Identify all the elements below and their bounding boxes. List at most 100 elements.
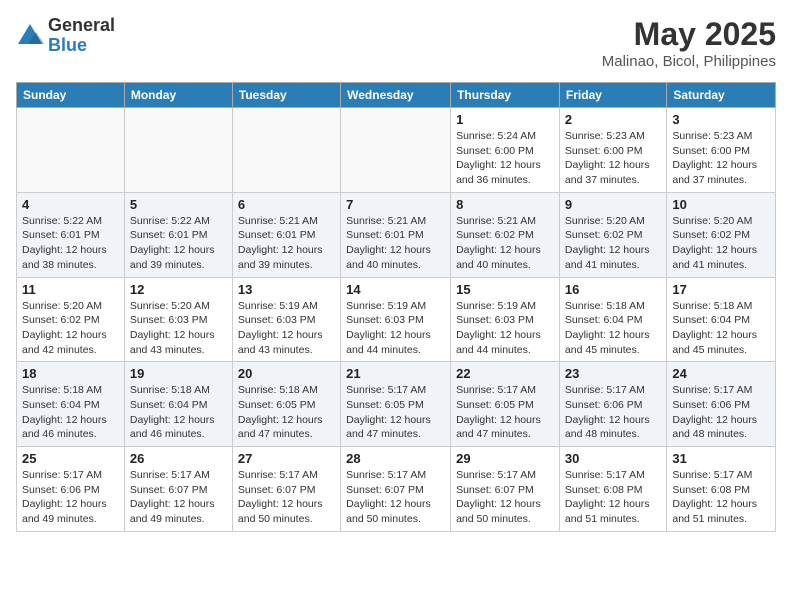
day-info: Sunrise: 5:24 AM Sunset: 6:00 PM Dayligh… [456, 129, 554, 188]
day-number: 3 [672, 112, 770, 127]
day-number: 12 [130, 282, 227, 297]
calendar-cell: 21 Sunrise: 5:17 AM Sunset: 6:05 PM Dayli… [341, 362, 451, 447]
day-info: Sunrise: 5:17 AM Sunset: 6:06 PM Dayligh… [22, 468, 119, 527]
day-info: Sunrise: 5:17 AM Sunset: 6:07 PM Dayligh… [346, 468, 445, 527]
calendar-cell: 10Sunrise: 5:20 AM Sunset: 6:02 PM Dayli… [667, 192, 776, 277]
day-number: 1 [456, 112, 554, 127]
calendar-cell: 26 Sunrise: 5:17 AM Sunset: 6:07 PM Dayli… [124, 447, 232, 532]
day-info: Sunrise: 5:17 AM Sunset: 6:05 PM Dayligh… [346, 383, 445, 442]
calendar-cell: 24Sunrise: 5:17 AM Sunset: 6:06 PM Dayli… [667, 362, 776, 447]
calendar-cell: 17 Sunrise: 5:18 AM Sunset: 6:04 PM Dayli… [667, 277, 776, 362]
week-row-1: 1 Sunrise: 5:24 AM Sunset: 6:00 PM Daylig… [17, 108, 776, 193]
calendar-cell: 1 Sunrise: 5:24 AM Sunset: 6:00 PM Daylig… [451, 108, 560, 193]
calendar-cell: 27Sunrise: 5:17 AM Sunset: 6:07 PM Dayli… [232, 447, 340, 532]
day-info: Sunrise: 5:19 AM Sunset: 6:03 PM Dayligh… [346, 299, 445, 358]
calendar-table: SundayMondayTuesdayWednesdayThursdayFrid… [16, 82, 776, 532]
day-info: Sunrise: 5:22 AM Sunset: 6:01 PM Dayligh… [22, 214, 119, 273]
day-number: 31 [672, 451, 770, 466]
calendar-cell: 7Sunrise: 5:21 AM Sunset: 6:01 PM Daylig… [341, 192, 451, 277]
day-number: 23 [565, 366, 661, 381]
weekday-header-wednesday: Wednesday [341, 83, 451, 108]
calendar-cell: 12 Sunrise: 5:20 AM Sunset: 6:03 PM Dayli… [124, 277, 232, 362]
logo-blue-label: Blue [48, 36, 115, 56]
weekday-header-friday: Friday [559, 83, 666, 108]
weekday-header-thursday: Thursday [451, 83, 560, 108]
day-number: 29 [456, 451, 554, 466]
day-number: 8 [456, 197, 554, 212]
calendar-cell: 8 Sunrise: 5:21 AM Sunset: 6:02 PM Daylig… [451, 192, 560, 277]
day-number: 18 [22, 366, 119, 381]
month-year-title: May 2025 [602, 16, 776, 53]
day-number: 26 [130, 451, 227, 466]
weekday-header-row: SundayMondayTuesdayWednesdayThursdayFrid… [17, 83, 776, 108]
calendar-cell: 6 Sunrise: 5:21 AM Sunset: 6:01 PM Daylig… [232, 192, 340, 277]
day-info: Sunrise: 5:17 AM Sunset: 6:07 PM Dayligh… [130, 468, 227, 527]
day-info: Sunrise: 5:18 AM Sunset: 6:05 PM Dayligh… [238, 383, 335, 442]
day-number: 7 [346, 197, 445, 212]
week-row-5: 25 Sunrise: 5:17 AM Sunset: 6:06 PM Dayli… [17, 447, 776, 532]
day-info: Sunrise: 5:17 AM Sunset: 6:08 PM Dayligh… [672, 468, 770, 527]
day-info: Sunrise: 5:17 AM Sunset: 6:07 PM Dayligh… [456, 468, 554, 527]
day-info: Sunrise: 5:20 AM Sunset: 6:03 PM Dayligh… [130, 299, 227, 358]
location-subtitle: Malinao, Bicol, Philippines [602, 53, 776, 70]
weekday-header-saturday: Saturday [667, 83, 776, 108]
calendar-cell: 13Sunrise: 5:19 AM Sunset: 6:03 PM Dayli… [232, 277, 340, 362]
day-info: Sunrise: 5:18 AM Sunset: 6:04 PM Dayligh… [565, 299, 661, 358]
day-info: Sunrise: 5:19 AM Sunset: 6:03 PM Dayligh… [238, 299, 335, 358]
day-number: 21 [346, 366, 445, 381]
day-number: 5 [130, 197, 227, 212]
calendar-cell: 3 Sunrise: 5:23 AM Sunset: 6:00 PM Daylig… [667, 108, 776, 193]
day-number: 27 [238, 451, 335, 466]
day-number: 19 [130, 366, 227, 381]
day-number: 10 [672, 197, 770, 212]
day-number: 14 [346, 282, 445, 297]
calendar-cell: 19Sunrise: 5:18 AM Sunset: 6:04 PM Dayli… [124, 362, 232, 447]
day-info: Sunrise: 5:17 AM Sunset: 6:06 PM Dayligh… [565, 383, 661, 442]
calendar-cell: 11Sunrise: 5:20 AM Sunset: 6:02 PM Dayli… [17, 277, 125, 362]
calendar-cell: 9 Sunrise: 5:20 AM Sunset: 6:02 PM Daylig… [559, 192, 666, 277]
day-info: Sunrise: 5:23 AM Sunset: 6:00 PM Dayligh… [565, 129, 661, 188]
logo: General Blue [16, 16, 115, 56]
weekday-header-sunday: Sunday [17, 83, 125, 108]
day-number: 6 [238, 197, 335, 212]
calendar-cell: 22 Sunrise: 5:17 AM Sunset: 6:05 PM Dayli… [451, 362, 560, 447]
day-number: 30 [565, 451, 661, 466]
calendar-cell: 25 Sunrise: 5:17 AM Sunset: 6:06 PM Dayli… [17, 447, 125, 532]
day-number: 17 [672, 282, 770, 297]
calendar-cell: 5 Sunrise: 5:22 AM Sunset: 6:01 PM Daylig… [124, 192, 232, 277]
day-number: 16 [565, 282, 661, 297]
day-info: Sunrise: 5:21 AM Sunset: 6:01 PM Dayligh… [238, 214, 335, 273]
day-info: Sunrise: 5:22 AM Sunset: 6:01 PM Dayligh… [130, 214, 227, 273]
day-info: Sunrise: 5:19 AM Sunset: 6:03 PM Dayligh… [456, 299, 554, 358]
day-info: Sunrise: 5:17 AM Sunset: 6:08 PM Dayligh… [565, 468, 661, 527]
weekday-header-tuesday: Tuesday [232, 83, 340, 108]
week-row-4: 18Sunrise: 5:18 AM Sunset: 6:04 PM Dayli… [17, 362, 776, 447]
day-number: 9 [565, 197, 661, 212]
logo-icon [16, 22, 44, 50]
calendar-cell [341, 108, 451, 193]
calendar-cell: 15 Sunrise: 5:19 AM Sunset: 6:03 PM Dayli… [451, 277, 560, 362]
day-info: Sunrise: 5:21 AM Sunset: 6:02 PM Dayligh… [456, 214, 554, 273]
weekday-header-monday: Monday [124, 83, 232, 108]
calendar-cell: 31 Sunrise: 5:17 AM Sunset: 6:08 PM Dayli… [667, 447, 776, 532]
day-number: 24 [672, 366, 770, 381]
day-info: Sunrise: 5:18 AM Sunset: 6:04 PM Dayligh… [672, 299, 770, 358]
day-info: Sunrise: 5:20 AM Sunset: 6:02 PM Dayligh… [22, 299, 119, 358]
calendar-cell: 30 Sunrise: 5:17 AM Sunset: 6:08 PM Dayli… [559, 447, 666, 532]
day-number: 22 [456, 366, 554, 381]
logo-text: General Blue [48, 16, 115, 56]
calendar-cell [124, 108, 232, 193]
day-number: 25 [22, 451, 119, 466]
week-row-3: 11Sunrise: 5:20 AM Sunset: 6:02 PM Dayli… [17, 277, 776, 362]
day-info: Sunrise: 5:23 AM Sunset: 6:00 PM Dayligh… [672, 129, 770, 188]
calendar-cell: 16 Sunrise: 5:18 AM Sunset: 6:04 PM Dayli… [559, 277, 666, 362]
calendar-cell: 18Sunrise: 5:18 AM Sunset: 6:04 PM Dayli… [17, 362, 125, 447]
week-row-2: 4Sunrise: 5:22 AM Sunset: 6:01 PM Daylig… [17, 192, 776, 277]
day-info: Sunrise: 5:17 AM Sunset: 6:05 PM Dayligh… [456, 383, 554, 442]
day-number: 15 [456, 282, 554, 297]
calendar-cell: 28Sunrise: 5:17 AM Sunset: 6:07 PM Dayli… [341, 447, 451, 532]
calendar-cell [17, 108, 125, 193]
day-info: Sunrise: 5:20 AM Sunset: 6:02 PM Dayligh… [565, 214, 661, 273]
calendar-cell: 23 Sunrise: 5:17 AM Sunset: 6:06 PM Dayli… [559, 362, 666, 447]
calendar-cell [232, 108, 340, 193]
